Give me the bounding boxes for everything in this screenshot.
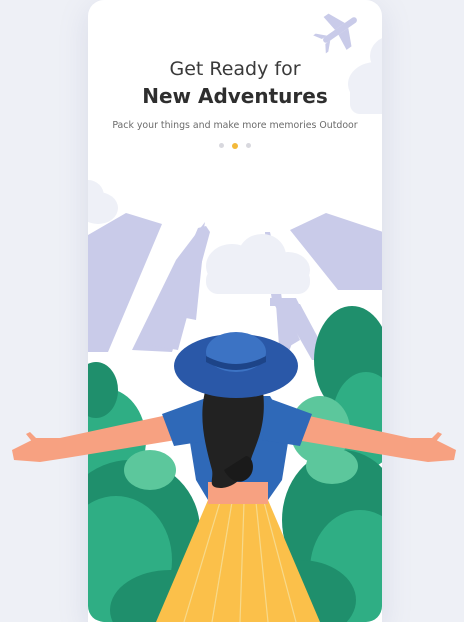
pagination-dot-1[interactable] [219, 143, 224, 148]
title-line2: New Adventures [142, 84, 328, 108]
title-line1: Get Ready for [169, 58, 301, 80]
phone-card: Get Ready for New Adventures Pack your t… [88, 0, 382, 622]
pagination-dot-3[interactable] [246, 143, 251, 148]
pagination-dots[interactable] [88, 142, 382, 149]
onboarding-screen: Get Ready for New Adventures Pack your t… [0, 0, 464, 622]
subtitle: Pack your things and make more memories … [112, 120, 358, 131]
pagination-dot-2-active[interactable] [232, 142, 238, 149]
